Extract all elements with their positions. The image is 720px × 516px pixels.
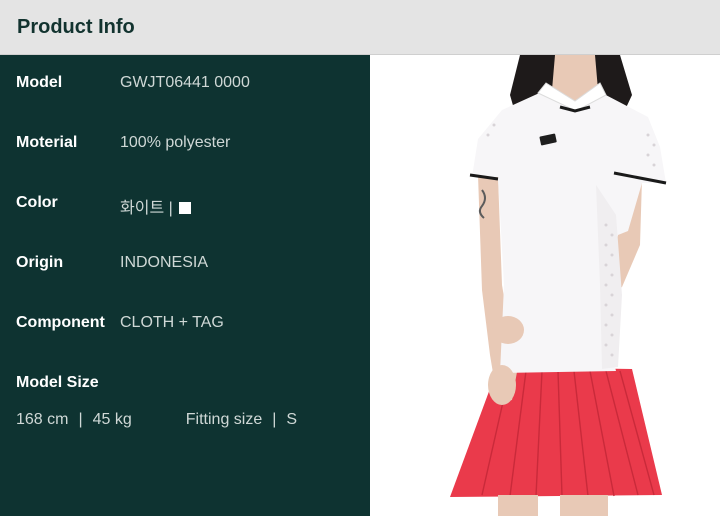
- spec-label-color: Color: [16, 194, 58, 211]
- section-header: Product Info: [0, 0, 720, 55]
- section-title: Product Info: [17, 16, 135, 38]
- spec-label-component: Component: [16, 314, 105, 331]
- spec-row-model: Model GWJT06441 0000: [0, 74, 370, 98]
- separator: |: [78, 411, 83, 428]
- spec-label-material: Moterial: [16, 134, 78, 151]
- spec-value-color: 화이트 |: [120, 194, 192, 218]
- model-size-row: Model Size: [0, 374, 370, 398]
- spec-row-material: Moterial 100% polyester: [0, 134, 370, 158]
- spec-row-component: Component CLOTH + TAG: [0, 314, 370, 338]
- model-height: 168 cm: [16, 411, 69, 428]
- color-swatch: [179, 202, 192, 214]
- spec-value-material: 100% polyester: [120, 134, 231, 151]
- model-illustration: [450, 55, 667, 516]
- product-photo: [370, 55, 720, 516]
- spec-value-model: GWJT06441 0000: [120, 74, 250, 91]
- spec-row-origin: Origin INDONESIA: [0, 254, 370, 278]
- fitting-size-label: Fitting size: [185, 411, 263, 428]
- fitting-size-value: S: [286, 411, 298, 428]
- spec-label-model: Model: [16, 74, 63, 91]
- spec-label-origin: Origin: [16, 254, 64, 271]
- model-size-values: 168 cm | 45 kg Fitting size | S: [16, 411, 297, 429]
- separator: |: [272, 411, 277, 428]
- color-name: 화이트 |: [120, 200, 173, 217]
- spec-row-color: Color 화이트 |: [0, 194, 370, 218]
- spec-value-component: CLOTH + TAG: [120, 314, 224, 331]
- model-size-label: Model Size: [16, 374, 99, 391]
- spec-value-origin: INDONESIA: [120, 254, 209, 271]
- model-weight: 45 kg: [92, 411, 132, 428]
- product-info-panel: Model GWJT06441 0000 Moterial 100% polye…: [0, 55, 370, 516]
